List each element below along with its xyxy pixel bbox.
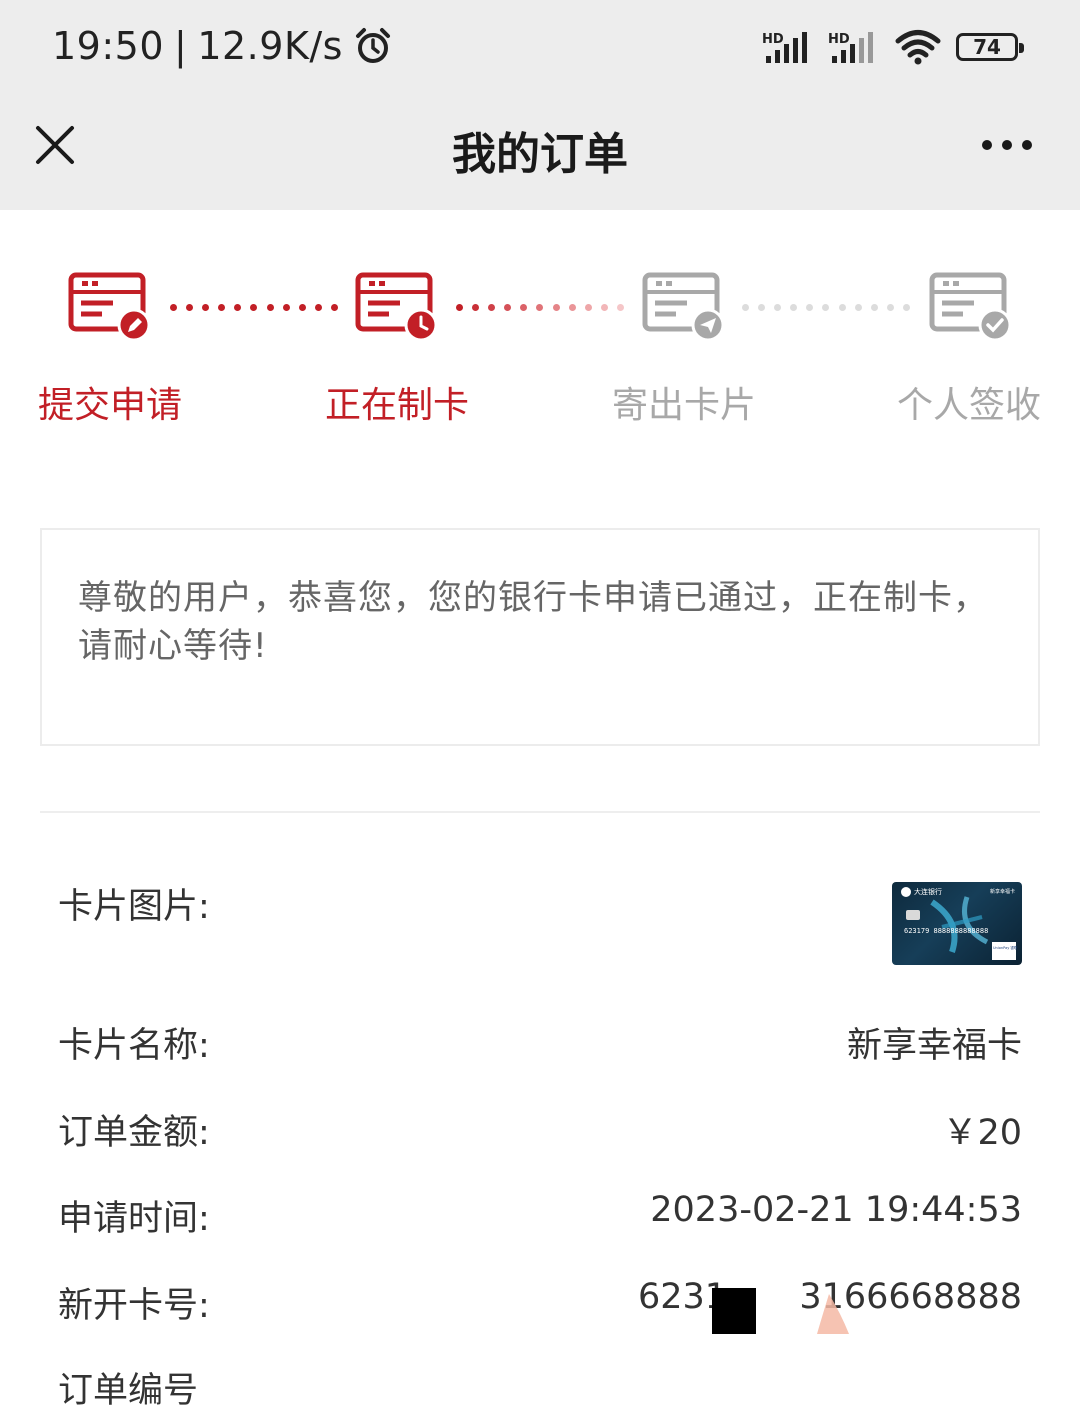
amount-value: ￥20 [942,1113,1022,1153]
step-label-submit: 提交申请 [37,385,182,426]
card-thumbnail[interactable]: 大连银行 新享幸福卡 623179 8888888888888 UnionPay… [892,882,1022,965]
redaction-block [712,1288,756,1334]
card-network-label: UnionPay 银联 [993,945,1018,950]
amount-row: 订单金额: ￥20 [58,1104,1022,1160]
card-bank-name: 大连银行 [914,887,942,896]
status-bar: 19:50 | 12.9K/s HD HD 74 [0,0,1080,100]
step-connector-1 [170,304,338,312]
check-icon [929,272,1011,342]
signal-hd-label-2: HD [828,32,850,47]
progress-steps: 提交申请 正在制卡 寄出卡片 个人签收 [0,210,1080,470]
wifi-icon [895,30,941,65]
card-name-label: 卡片名称: [58,1026,210,1066]
send-icon [642,272,724,342]
signal-icon: HD [762,32,807,63]
step-label-making: 正在制卡 [324,385,469,426]
card-number-text: 623179 8888888888888 [904,927,988,935]
signal-hd-label: HD [762,32,784,47]
card-image: 大连银行 新享幸福卡 623179 8888888888888 UnionPay… [901,887,1018,960]
card-number-row: 新开卡号: 6231 3166668888 [58,1277,1022,1333]
redaction-smudge [817,1294,849,1334]
order-number-row: 订单编号 [58,1362,1022,1418]
signal-icon-2: HD [828,32,873,63]
network-speed: 12.9K/s [197,24,343,68]
card-image-label: 卡片图片: [58,887,210,927]
order-number-label: 订单编号 [58,1371,199,1411]
clock-icon [355,272,437,342]
step-connector-2 [456,304,624,312]
alarm-icon [355,28,390,63]
more-dot-icon [1002,140,1012,150]
card-name-row: 卡片名称: 新享幸福卡 [58,1017,1022,1073]
divider [40,811,1040,813]
status-icons: HD HD 74 [762,28,1024,66]
apply-time-label: 申请时间: [58,1199,210,1239]
card-product-name: 新享幸福卡 [990,888,1015,895]
status-message: 尊敬的用户，恭喜您，您的银行卡申请已通过，正在制卡，请耐心等待! [78,578,988,666]
battery-indicator: 74 [956,33,1024,61]
card-name-value: 新享幸福卡 [846,1026,1022,1066]
apply-time-value: 2023-02-21 19:44:53 [650,1190,1022,1230]
step-label-received: 个人签收 [896,385,1041,426]
step-label-shipping: 寄出卡片 [611,385,756,426]
card-number-label: 新开卡号: [58,1286,210,1326]
status-time: 19:50 [52,24,165,68]
status-message-box: 尊敬的用户，恭喜您，您的银行卡申请已通过，正在制卡，请耐心等待! [40,528,1040,746]
step-connector-3 [742,304,910,312]
nav-bar: 我的订单 [0,100,1080,210]
battery-level: 74 [973,35,1001,59]
more-dot-icon [982,140,992,150]
page-title: 我的订单 [452,129,628,180]
status-time-group: 19:50 | 12.9K/s [52,24,393,68]
more-options-button[interactable] [982,140,1032,150]
more-dot-icon [1022,140,1032,150]
status-separator: | [174,24,188,68]
apply-time-row: 申请时间: 2023-02-21 19:44:53 [58,1190,1022,1246]
amount-label: 订单金额: [58,1113,210,1153]
card-image-row: 卡片图片: [58,878,1022,934]
pencil-icon [68,272,150,342]
